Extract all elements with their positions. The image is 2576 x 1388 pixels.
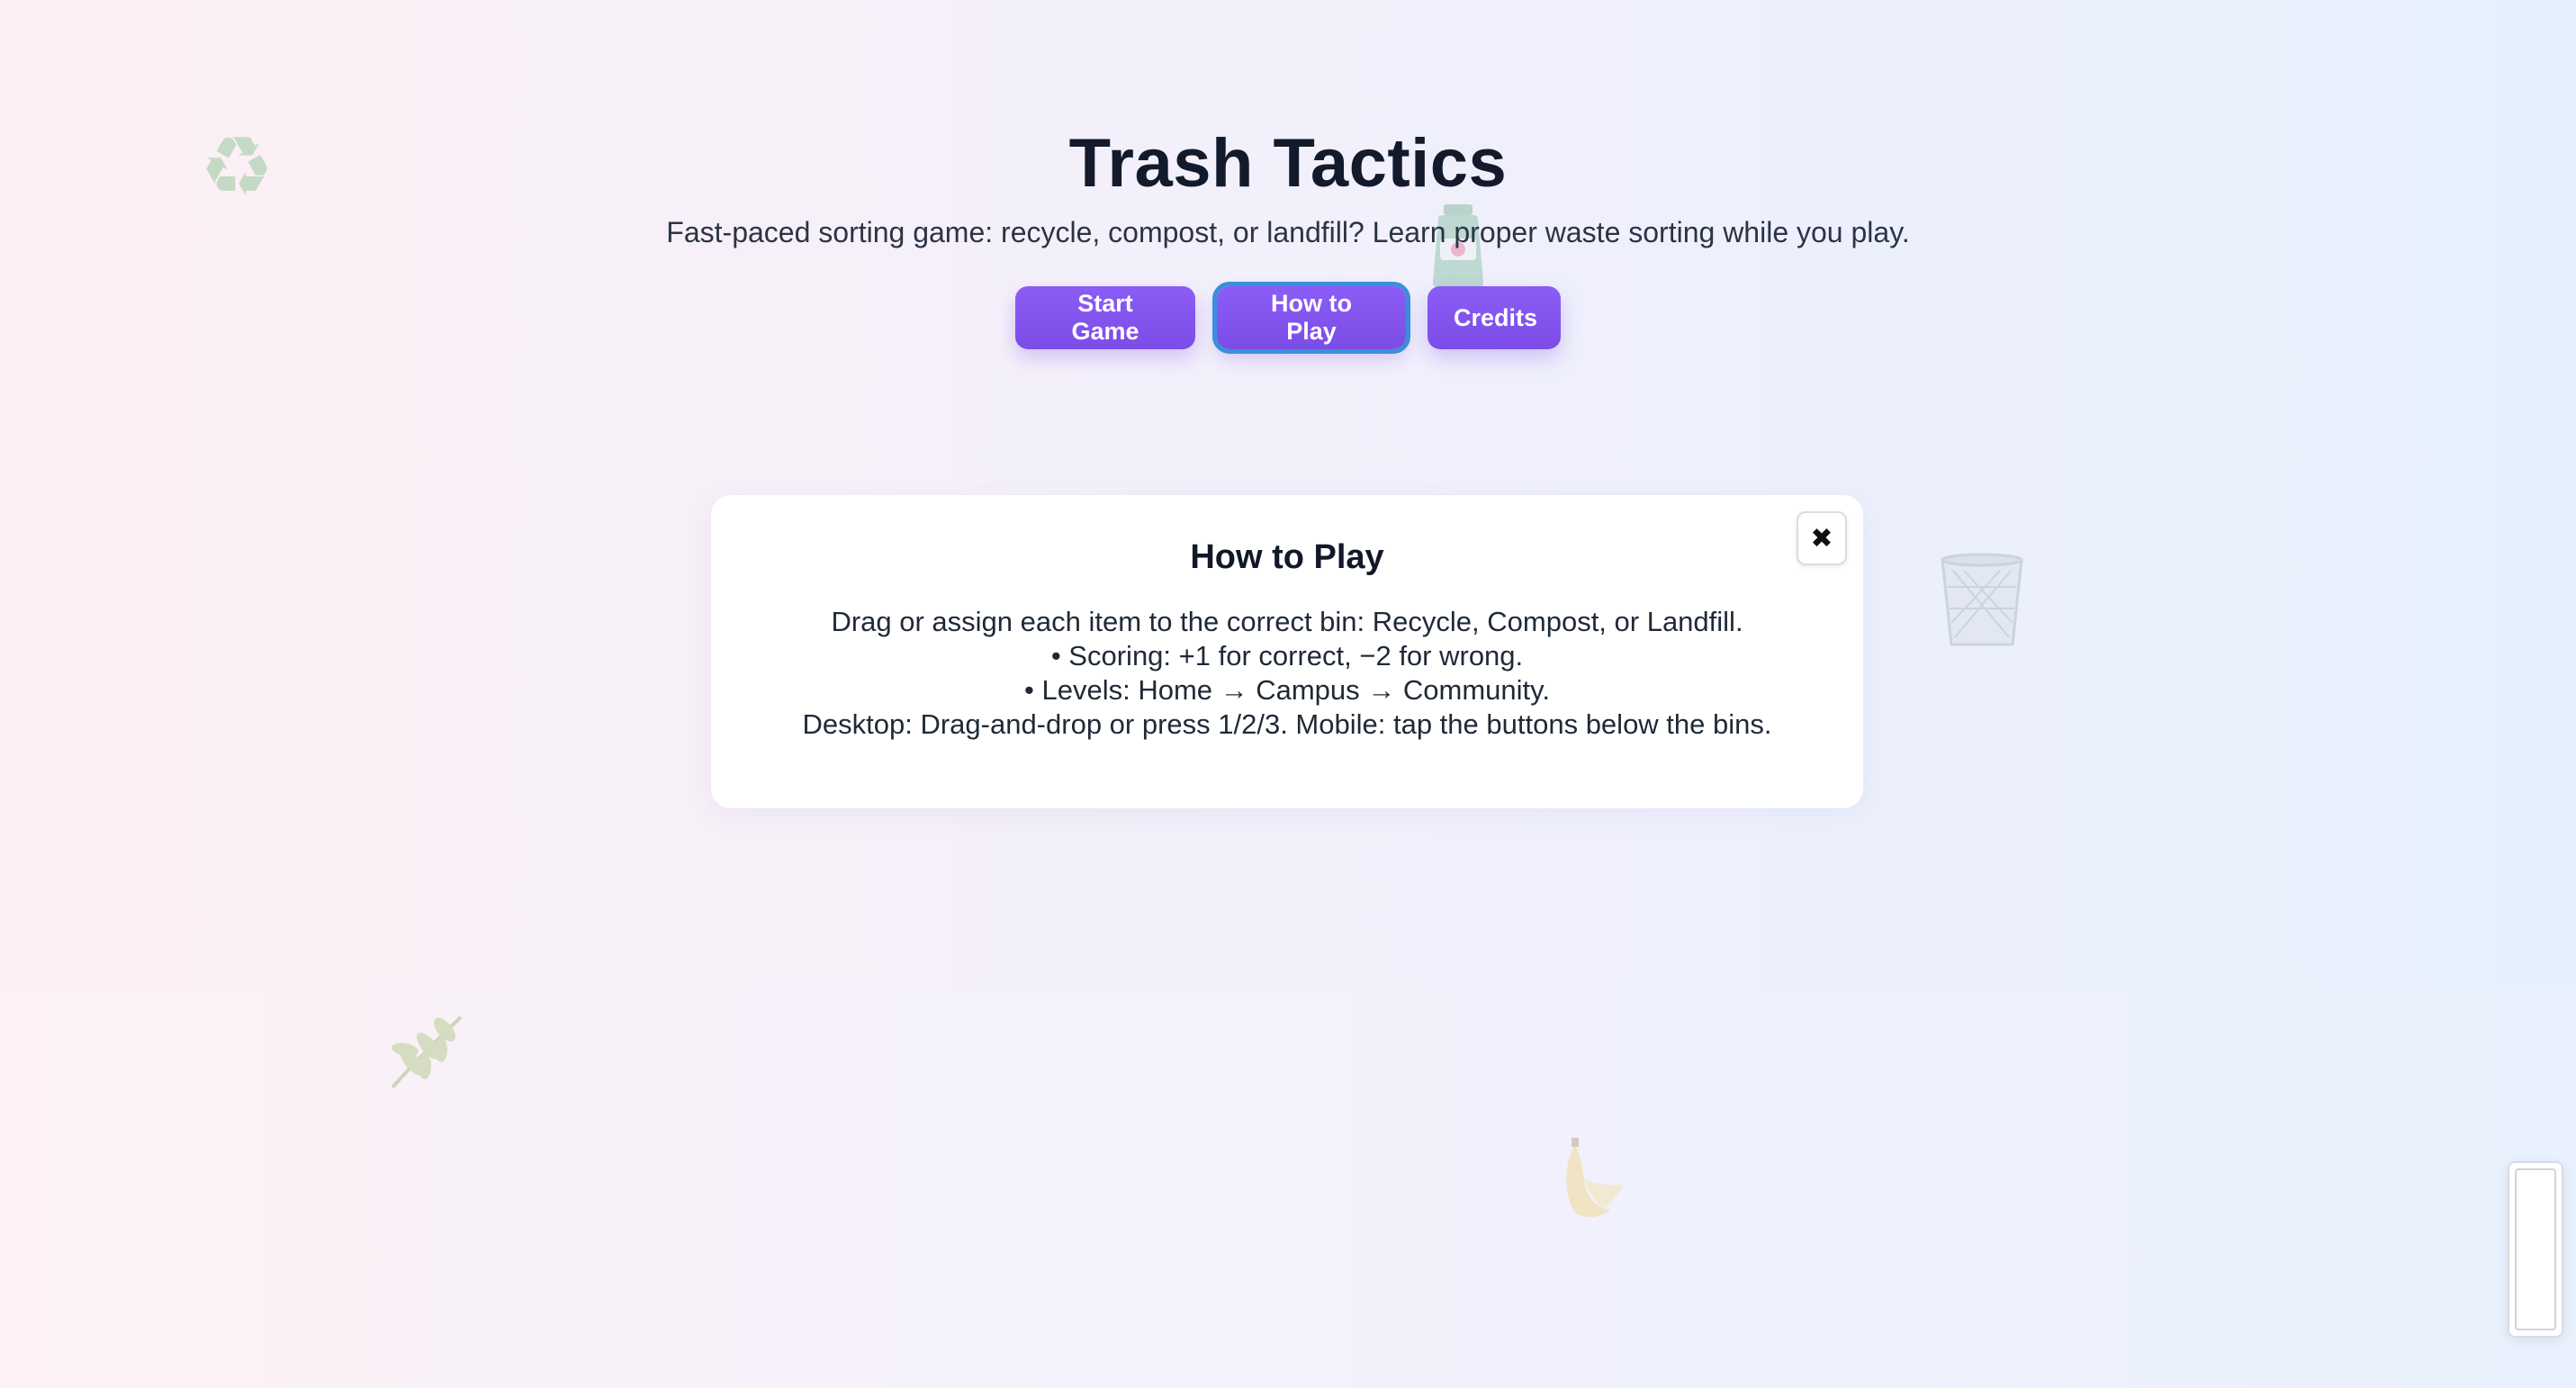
instruction-line: Desktop: Drag-and-drop or press 1/2/3. M…: [802, 708, 1772, 740]
start-game-button[interactable]: Start Game: [1015, 286, 1195, 349]
banana-icon: [1548, 1136, 1629, 1225]
how-to-play-button[interactable]: How to Play: [1212, 282, 1410, 354]
instruction-line: Drag or assign each item to the correct …: [831, 606, 1743, 637]
side-widget[interactable]: [2508, 1161, 2563, 1338]
side-widget-frame: [2515, 1168, 2556, 1330]
modal-title: How to Play: [1190, 538, 1384, 576]
instruction-line: • Levels: Home → Campus → Community.: [1024, 674, 1550, 706]
credits-button[interactable]: Credits: [1428, 286, 1561, 349]
leaf-icon: [385, 1010, 468, 1095]
instruction-line: • Scoring: +1 for correct, −2 for wrong.: [1050, 640, 1524, 671]
trash-bin-icon: [1937, 551, 2027, 653]
game-title: Trash Tactics: [1068, 125, 1508, 202]
modal-instructions: Drag or assign each item to the correct …: [711, 605, 1863, 742]
game-subtitle: Fast-paced sorting game: recycle, compos…: [666, 216, 1910, 248]
main-menu: Start Game How to Play Credits: [0, 282, 2576, 354]
how-to-play-modal: ✖ How to Play Drag or assign each item t…: [711, 495, 1863, 808]
